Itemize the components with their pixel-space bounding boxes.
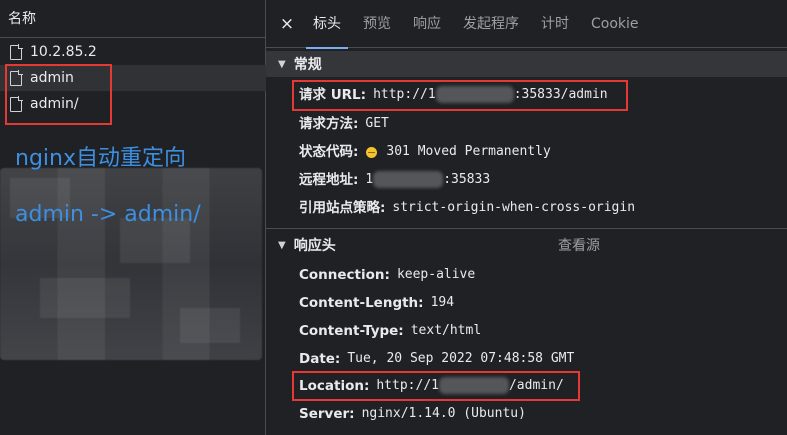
view-source-link[interactable]: 查看源 bbox=[558, 235, 600, 255]
remote-address-key: 远程地址: bbox=[299, 172, 359, 188]
content-type-row: Content-Type: text/html bbox=[299, 320, 481, 342]
blurred-request-list bbox=[0, 168, 262, 360]
general-section-title: 常规 bbox=[293, 57, 322, 73]
collapse-triangle-icon: ▼ bbox=[278, 239, 286, 251]
tab-preview[interactable]: 预览 bbox=[352, 0, 402, 48]
tab-cookies[interactable]: Cookie bbox=[580, 0, 650, 48]
tab-timing[interactable]: 计时 bbox=[530, 0, 580, 48]
date-value[interactable]: Tue, 20 Sep 2022 07:48:58 GMT bbox=[347, 348, 574, 370]
headers-detail-panel: × 标头 预览 响应 发起程序 计时 Cookie ▼ 常规 请求 URL: h… bbox=[266, 0, 787, 435]
close-icon[interactable]: × bbox=[272, 14, 302, 34]
content-length-row: Content-Length: 194 bbox=[299, 292, 454, 314]
server-row: Server: nginx/1.14.0 (Ubuntu) bbox=[299, 403, 526, 425]
referrer-policy-key: 引用站点策略: bbox=[299, 200, 386, 216]
redacted-mask bbox=[373, 171, 444, 188]
annotation-redirect-note: nginx自动重定向 bbox=[15, 146, 186, 171]
highlight-box-requests bbox=[5, 64, 112, 125]
connection-key: Connection: bbox=[299, 267, 390, 283]
document-icon bbox=[10, 44, 23, 60]
tab-response[interactable]: 响应 bbox=[402, 0, 452, 48]
connection-row: Connection: keep-alive bbox=[299, 264, 475, 286]
tab-headers[interactable]: 标头 bbox=[302, 0, 352, 49]
response-headers-section-header[interactable]: ▼ 响应头 查看源 bbox=[266, 232, 787, 258]
redirect-status-icon bbox=[366, 146, 378, 158]
date-row: Date: Tue, 20 Sep 2022 07:48:58 GMT bbox=[299, 348, 574, 370]
highlight-box-location bbox=[292, 371, 580, 401]
content-length-key: Content-Length: bbox=[299, 295, 424, 311]
collapse-triangle-icon: ▼ bbox=[278, 58, 286, 70]
section-divider bbox=[266, 228, 787, 229]
content-type-key: Content-Type: bbox=[299, 323, 404, 339]
annotation-redirect-path: admin -> admin/ bbox=[15, 202, 201, 227]
request-method-key: 请求方法: bbox=[299, 116, 359, 132]
request-method-row: 请求方法: GET bbox=[299, 113, 389, 135]
highlight-box-request-url bbox=[292, 80, 628, 111]
remote-address-value[interactable]: 1:35833 bbox=[365, 169, 490, 191]
date-key: Date: bbox=[299, 351, 341, 367]
status-code-row: 状态代码: 301 Moved Permanently bbox=[299, 141, 551, 163]
content-length-value[interactable]: 194 bbox=[431, 292, 454, 314]
name-column-header[interactable]: 名称 bbox=[0, 0, 265, 38]
referrer-policy-row: 引用站点策略: strict-origin-when-cross-origin bbox=[299, 197, 635, 219]
request-method-value[interactable]: GET bbox=[365, 113, 388, 135]
status-code-value[interactable]: 301 Moved Permanently bbox=[386, 141, 550, 163]
content-type-value[interactable]: text/html bbox=[411, 320, 481, 342]
server-value[interactable]: nginx/1.14.0 (Ubuntu) bbox=[362, 403, 526, 425]
request-label: 10.2.85.2 bbox=[30, 44, 97, 60]
server-key: Server: bbox=[299, 406, 355, 422]
referrer-policy-value[interactable]: strict-origin-when-cross-origin bbox=[392, 197, 635, 219]
connection-value[interactable]: keep-alive bbox=[397, 264, 475, 286]
response-headers-title: 响应头 bbox=[293, 238, 336, 254]
request-row-host[interactable]: 10.2.85.2 bbox=[0, 39, 266, 65]
detail-tab-bar: × 标头 预览 响应 发起程序 计时 Cookie bbox=[266, 0, 787, 49]
request-list-panel: 名称 10.2.85.2 admin admin/ nginx自动重定向 adm… bbox=[0, 0, 266, 435]
tab-initiator[interactable]: 发起程序 bbox=[452, 0, 530, 48]
remote-address-row: 远程地址: 1:35833 bbox=[299, 169, 490, 191]
status-code-key: 状态代码: bbox=[299, 144, 359, 160]
general-section-header[interactable]: ▼ 常规 bbox=[266, 51, 787, 77]
